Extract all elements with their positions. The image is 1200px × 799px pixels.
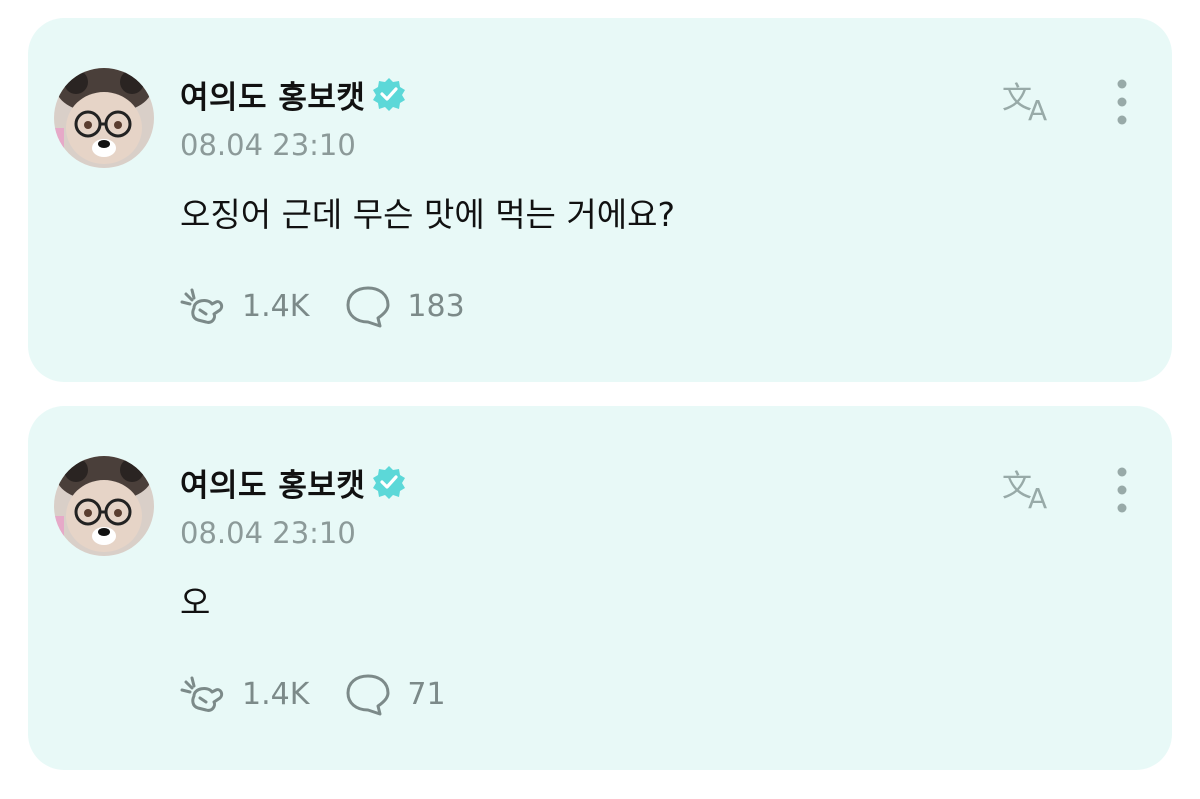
reaction-icon [180, 676, 224, 712]
reaction-button[interactable]: 1.4K [178, 284, 309, 328]
more-options-icon[interactable] [1110, 78, 1134, 126]
reaction-count: 1.4K [242, 676, 310, 712]
post-actions: 1.4K 71 [178, 672, 480, 716]
post-text: 오징어 근데 무슨 맛에 먹는 거에요? [180, 195, 676, 234]
svg-text:A: A [1028, 94, 1047, 124]
post-text: 오 [180, 583, 211, 622]
reaction-button[interactable]: 1.4K [178, 672, 309, 716]
comment-button[interactable]: 183 [343, 284, 465, 328]
author-avatar[interactable] [54, 456, 154, 556]
svg-text:A: A [1028, 482, 1047, 512]
post-card[interactable]: 여의도 홍보캣 08.04 23:10 오 文 A 1.4K 71 [28, 406, 1172, 770]
author-name[interactable]: 여의도 홍보캣 [180, 72, 365, 117]
post-actions: 1.4K 183 [178, 284, 499, 328]
post-timestamp: 08.04 23:10 [180, 128, 356, 162]
more-options-icon[interactable] [1110, 466, 1134, 514]
comment-count: 183 [407, 288, 465, 324]
verified-badge-icon [371, 464, 407, 500]
reaction-count: 1.4K [242, 288, 310, 324]
comment-count: 71 [407, 676, 446, 712]
post-timestamp: 08.04 23:10 [180, 516, 356, 550]
author-name[interactable]: 여의도 홍보캣 [180, 460, 365, 505]
reaction-icon [180, 288, 224, 324]
comment-button[interactable]: 71 [343, 672, 446, 716]
translate-icon[interactable]: 文 A [1000, 78, 1060, 127]
translate-icon[interactable]: 文 A [1000, 466, 1060, 515]
author-row: 여의도 홍보캣 [180, 460, 407, 504]
author-avatar[interactable] [54, 68, 154, 168]
comment-icon [346, 286, 390, 328]
post-card[interactable]: 여의도 홍보캣 08.04 23:10 오징어 근데 무슨 맛에 먹는 거에요?… [28, 18, 1172, 382]
comment-icon [346, 674, 390, 716]
verified-badge-icon [371, 76, 407, 112]
author-row: 여의도 홍보캣 [180, 72, 407, 116]
